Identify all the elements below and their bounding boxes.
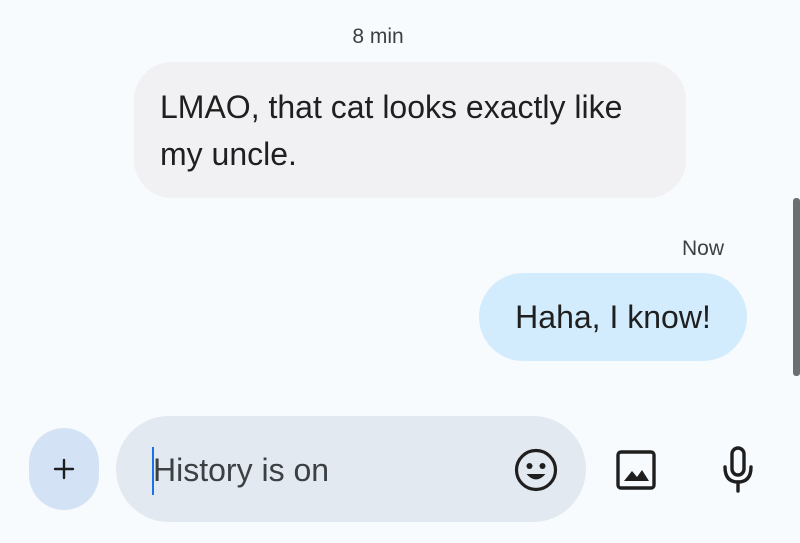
compose-bar [0,410,800,530]
attach-button[interactable] [29,428,99,510]
received-timestamp: 8 min [352,25,404,48]
emoji-button[interactable] [512,446,560,494]
image-icon [616,450,656,490]
received-message-bubble[interactable]: LMAO, that cat looks exactly like my unc… [134,62,686,198]
mic-icon [723,446,753,493]
sent-message-bubble[interactable]: Haha, I know! [479,273,747,361]
sent-timestamp: Now [681,237,724,260]
message-thread: 8 min LMAO, that cat looks exactly like … [0,0,800,400]
message-input[interactable] [153,444,493,496]
plus-icon [53,458,75,480]
gallery-button[interactable] [612,446,660,494]
emoji-icon [514,448,558,492]
scrollbar[interactable] [793,198,800,376]
voice-button[interactable] [714,444,762,496]
